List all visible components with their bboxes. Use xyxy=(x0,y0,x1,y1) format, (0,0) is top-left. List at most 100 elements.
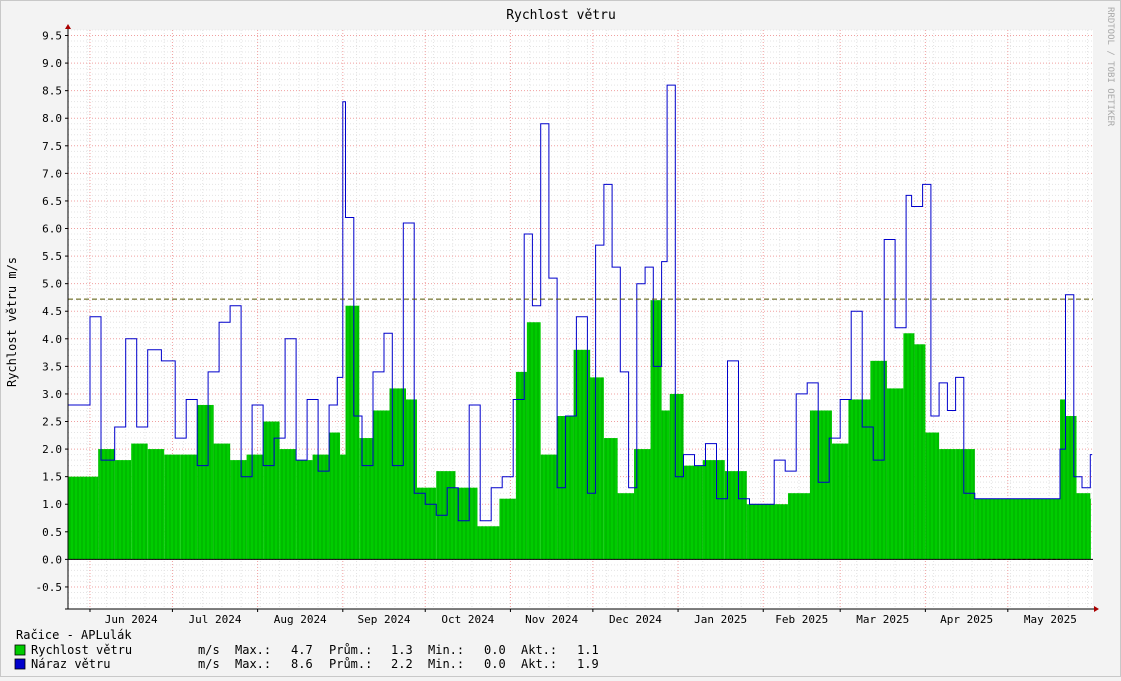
y-tick-label: -0.5 xyxy=(36,581,63,594)
y-tick-label: 8.5 xyxy=(42,85,62,98)
speed-bar-shade xyxy=(526,322,541,560)
speed-bar-shade xyxy=(886,388,904,560)
speed-bar-shade xyxy=(540,454,558,560)
speed-bar-shade xyxy=(515,371,527,560)
speed-bar-shade xyxy=(131,443,148,560)
x-tick-label: Jan 2025 xyxy=(694,613,747,626)
legend-cur-speed: 1.1 xyxy=(577,643,599,657)
x-tick-label: Dec 2024 xyxy=(609,613,662,626)
y-tick-label: 6.0 xyxy=(42,223,62,236)
legend-max-label-speed: Max.: xyxy=(235,643,271,657)
chart-title: Rychlost větru xyxy=(506,8,616,23)
speed-bar-shade xyxy=(416,487,437,560)
y-tick-label: 4.5 xyxy=(42,305,62,318)
speed-bar-shade xyxy=(263,421,280,560)
y-tick-label: 1.0 xyxy=(42,498,62,511)
speed-bar-shade xyxy=(683,465,703,560)
legend-min-label-speed: Min.: xyxy=(428,643,464,657)
legend-min-speed: 0.0 xyxy=(484,643,506,657)
legend-max-gust: 8.6 xyxy=(291,657,313,671)
x-tick-label: Oct 2024 xyxy=(441,613,494,626)
speed-bar-shade xyxy=(98,449,115,560)
speed-bar-shade xyxy=(296,460,313,560)
legend-min-gust: 0.0 xyxy=(484,657,506,671)
speed-bar-shade xyxy=(197,404,214,560)
x-tick-label: Aug 2024 xyxy=(274,613,327,626)
x-tick-label: Nov 2024 xyxy=(525,613,578,626)
legend-max-label-gust: Max.: xyxy=(235,657,271,671)
legend-unit-speed: m/s xyxy=(198,643,220,657)
speed-bar-shade xyxy=(359,438,374,560)
speed-bar-shade xyxy=(939,449,956,560)
legend-avg-speed: 1.3 xyxy=(391,643,413,657)
x-tick-label: Jun 2024 xyxy=(105,613,158,626)
speed-bar-shade xyxy=(590,377,604,560)
speed-bar-shade xyxy=(974,498,1061,560)
graph-frame: Rychlost větru RRDTOOL / TOBI OETIKER Ry… xyxy=(0,0,1121,677)
y-tick-label: 5.0 xyxy=(42,278,62,291)
speed-bar-shade xyxy=(373,410,390,560)
speed-bar-shade xyxy=(147,449,165,560)
speed-bar-shade xyxy=(246,454,264,560)
y-tick-label: 7.0 xyxy=(42,167,62,180)
y-tick-label: 9.0 xyxy=(42,57,62,70)
speed-bar-shade xyxy=(477,526,500,560)
y-tick-label: 2.5 xyxy=(42,416,62,429)
speed-bar-shade xyxy=(455,487,478,560)
legend-avg-label-speed: Prům.: xyxy=(329,643,372,657)
speed-bar-shade xyxy=(1076,493,1091,560)
y-tick-label: 0.5 xyxy=(42,526,62,539)
speed-bar-shade xyxy=(340,454,346,560)
speed-bar-shade xyxy=(1065,416,1077,560)
speed-bar-shade xyxy=(617,493,635,560)
wind-speed-chart: Rychlost větru RRDTOOL / TOBI OETIKER Ry… xyxy=(5,7,1115,671)
speed-bar-shade xyxy=(406,399,417,560)
legend-name-speed: Rychlost větru xyxy=(31,643,132,657)
rrdtool-watermark: RRDTOOL / TOBI OETIKER xyxy=(1105,7,1115,127)
speed-bar-shade xyxy=(1060,399,1066,560)
y-axis-arrow xyxy=(65,24,71,29)
legend: Račice - APLulák Rychlost větru m/s Max.… xyxy=(14,628,599,671)
speed-bar-shade xyxy=(279,449,297,560)
y-tick-label: 4.0 xyxy=(42,333,62,346)
legend-name-gust: Náraz větru xyxy=(31,657,110,671)
speed-bar-shade xyxy=(230,460,247,560)
speed-bar-shade xyxy=(114,460,132,560)
speed-bar-shade xyxy=(661,410,670,560)
x-tick-label: May 2025 xyxy=(1024,613,1077,626)
legend-cur-label-gust: Akt.: xyxy=(521,657,557,671)
speed-bar-shade xyxy=(345,305,360,560)
y-tick-label: 2.0 xyxy=(42,443,62,456)
y-tick-label: 1.5 xyxy=(42,471,62,484)
x-tick-label: Mar 2025 xyxy=(856,613,909,626)
x-tick-label: Apr 2025 xyxy=(940,613,993,626)
speed-bar-shade xyxy=(787,493,810,560)
y-tick-labels: -0.5 0.0 0.5 1.0 1.5 2.0 2.5 3.0 3.5 4.0 4.5 5.0 5.5… xyxy=(36,30,68,594)
legend-cur-gust: 1.9 xyxy=(577,657,599,671)
speed-bar-shade xyxy=(746,504,766,560)
speed-bar-shade xyxy=(329,432,341,560)
speed-bar-shade xyxy=(499,498,516,560)
speed-bar xyxy=(1090,498,1091,560)
speed-bar-shade xyxy=(809,410,832,560)
speed-bar-shade xyxy=(914,344,926,560)
legend-cur-label-speed: Akt.: xyxy=(521,643,557,657)
speed-bar-shade xyxy=(848,399,871,560)
speed-bar-shade xyxy=(213,443,231,560)
y-tick-label: 6.5 xyxy=(42,195,62,208)
legend-avg-label-gust: Prům.: xyxy=(329,657,372,671)
legend-unit-gust: m/s xyxy=(198,657,220,671)
speed-bar-shade xyxy=(724,471,747,560)
x-axis-arrow xyxy=(1094,606,1099,612)
legend-swatch-speed xyxy=(14,644,26,656)
speed-bar-shade xyxy=(903,333,915,560)
y-tick-label: 5.5 xyxy=(42,250,62,263)
speed-bar-shade xyxy=(955,449,975,560)
legend-swatch-gust xyxy=(14,658,26,670)
speed-bar-shade xyxy=(164,454,181,560)
y-tick-label: 7.5 xyxy=(42,140,62,153)
y-tick-label: 9.5 xyxy=(42,30,62,43)
x-tick-label: Sep 2024 xyxy=(358,613,411,626)
y-tick-label: 3.0 xyxy=(42,388,62,401)
legend-max-speed: 4.7 xyxy=(291,643,313,657)
